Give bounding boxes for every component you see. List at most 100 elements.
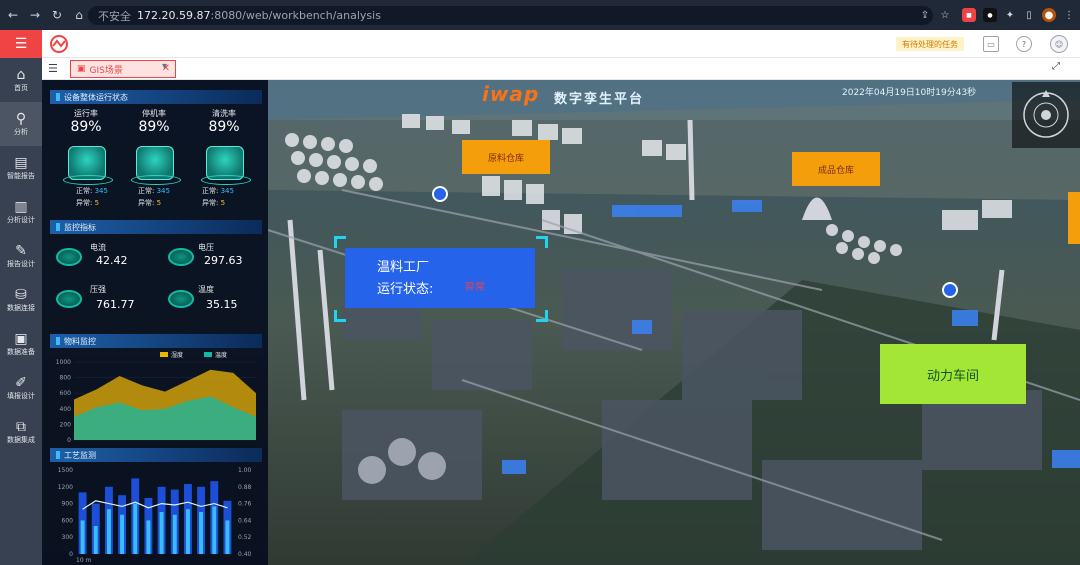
report-icon: ▤ (14, 155, 28, 171)
form-icon: ✐ (15, 375, 27, 391)
y2-tick-label: 0.52 (238, 534, 252, 541)
sidebar-item-form-design[interactable]: ✐ 填报设计 (0, 366, 42, 410)
section-process: 工艺监测 (50, 448, 262, 462)
hamburger-menu-icon[interactable]: ☰ (0, 30, 42, 58)
clean-icon (201, 146, 251, 185)
sidebar-item-data-integrate[interactable]: ⧉ 数据集成 (0, 410, 42, 454)
y2-tick-label: 0.40 (238, 551, 252, 558)
bar (93, 526, 98, 554)
data-prep-icon: ▣ (14, 331, 28, 347)
label-product-warehouse[interactable]: 成品仓库 (792, 152, 880, 186)
url-path: :8080/web/workbench/analysis (210, 9, 381, 22)
bar (172, 514, 177, 554)
bookmark-star-icon[interactable]: ☆ (938, 8, 952, 22)
stat-normal: 正常: 345 (76, 187, 108, 195)
back-icon[interactable]: ← (4, 6, 22, 24)
home-icon[interactable]: ⌂ (70, 6, 88, 24)
security-warning: 不安全 (98, 9, 131, 23)
bar (159, 512, 164, 554)
bar (80, 520, 85, 554)
label-power-workshop[interactable]: 动力车间 (880, 344, 1026, 404)
help-icon[interactable]: ? (1016, 36, 1032, 52)
extension-icon[interactable]: ● (983, 8, 997, 22)
share-icon[interactable]: ⇪ (918, 8, 932, 22)
menu-kebab-icon[interactable]: ⋮ (1062, 8, 1076, 22)
tab-label: GIS场景 (89, 65, 123, 76)
label-raw-warehouse[interactable]: 原料仓库 (462, 140, 550, 174)
section-material: 物料监控 (50, 334, 262, 348)
app-logo (50, 35, 68, 53)
kpi-clean-rate: 清洗率 89% (208, 109, 240, 135)
stat-abnormal: 异常: 5 (202, 199, 226, 207)
section-device-status: 设备整体运行状态 (50, 90, 262, 104)
integrate-icon: ⧉ (16, 419, 26, 435)
tab-doc-icon: ▣ (77, 64, 86, 74)
browser-toolbar: ← → ↻ ⌂ 不安全 172.20.59.87:8080/web/workbe… (0, 0, 1080, 30)
message-icon[interactable]: ▭ (983, 36, 999, 52)
y-tick-label: 400 (60, 406, 72, 413)
reload-icon[interactable]: ↻ (48, 6, 66, 24)
tab-gis-scene[interactable]: ▣ GIS场景 ✕ (70, 60, 176, 78)
sidebar-item-smart-report[interactable]: ▤ 智能报告 (0, 146, 42, 190)
sidebar-item-home[interactable]: ⌂ 首页 (0, 58, 42, 102)
sidebar: ⌂ 首页 ⚲ 分析 ▤ 智能报告 ▥ 分析设计 ✎ 报告设计 ⛁ 数据连接 ▣ 数据准备 ✐ 填… (0, 58, 42, 565)
sidebar-item-report-design[interactable]: ✎ 报告设计 (0, 234, 42, 278)
design-icon: ▥ (14, 199, 28, 215)
y-tick-label: 1500 (58, 467, 73, 474)
y-tick-label: 0 (67, 437, 71, 444)
sidepanel-icon[interactable]: ▯ (1022, 8, 1036, 22)
section-monitor: 监控指标 (50, 220, 262, 234)
sidebar-item-analysis-design[interactable]: ▥ 分析设计 (0, 190, 42, 234)
y-tick-label: 1000 (56, 359, 71, 366)
factory-status-value: 异常 (465, 282, 485, 293)
compass-widget[interactable] (1012, 82, 1080, 148)
sidebar-item-data-connect[interactable]: ⛁ 数据连接 (0, 278, 42, 322)
process-bar-chart: 1500 1200 900 600 300 0 1.00 0.88 0.76 0.64 0.52 0.… (58, 467, 252, 564)
page-title: 数字孪生平台 (554, 92, 645, 107)
monitor-value-current: 42.42 (96, 254, 128, 267)
gauge-icon (56, 248, 82, 266)
sidebar-item-analysis[interactable]: ⚲ 分析 (0, 102, 42, 146)
factory-status-tag[interactable]: 温料工厂 运行状态: 异常 (345, 248, 535, 308)
series-line (82, 500, 228, 510)
sidebar-item-data-prep[interactable]: ▣ 数据准备 (0, 322, 42, 366)
location-pin-icon[interactable] (432, 186, 448, 202)
monitor-label-voltage: 电压 (198, 243, 214, 252)
legend-swatch (160, 352, 168, 357)
tab-dropdown-icon[interactable]: ▾ (162, 61, 167, 72)
forward-icon[interactable]: → (26, 6, 44, 24)
monitor-label-pressure: 压强 (90, 285, 106, 294)
x-axis-label: 10 m (76, 557, 92, 564)
legend-label: 温度 (215, 351, 227, 359)
profile-avatar[interactable]: ● (1042, 8, 1056, 22)
stat-abnormal: 异常: 5 (76, 199, 100, 207)
stat-normal: 正常: 345 (138, 187, 170, 195)
bar (106, 509, 111, 554)
platform-title: iwap 数字孪生平台 (442, 82, 672, 108)
tab-menu-icon[interactable]: ☰ (48, 62, 58, 75)
y2-tick-label: 0.64 (238, 517, 252, 524)
fullscreen-icon[interactable]: ⤢ (1052, 61, 1060, 72)
label-offscreen[interactable] (1068, 192, 1080, 244)
gauge-icon (168, 248, 194, 266)
y-tick-label: 0 (69, 551, 73, 558)
user-avatar[interactable]: ☺ (1050, 35, 1068, 53)
puzzle-icon[interactable]: ✦ (1003, 8, 1017, 22)
gauge-icon (168, 290, 194, 308)
y-tick-label: 600 (62, 517, 74, 524)
y-tick-label: 300 (62, 534, 74, 541)
location-pin-icon[interactable] (942, 282, 958, 298)
stat-normal: 正常: 345 (202, 187, 234, 195)
bar (120, 514, 125, 554)
stat-abnormal: 异常: 5 (138, 199, 162, 207)
monitor-value-temperature: 35.15 (206, 298, 238, 311)
notice-badge[interactable]: 有待处理的任务 (896, 37, 964, 51)
report-design-icon: ✎ (15, 243, 27, 259)
legend-swatch (204, 352, 212, 357)
y-tick-label: 200 (60, 421, 72, 428)
extension-abp-icon[interactable]: ■ (962, 8, 976, 22)
brand-logo: iwap (482, 82, 540, 106)
address-bar[interactable]: 不安全 172.20.59.87:8080/web/workbench/anal… (88, 6, 933, 25)
compass-icon (1023, 90, 1069, 138)
data-connect-icon: ⛁ (15, 287, 27, 303)
